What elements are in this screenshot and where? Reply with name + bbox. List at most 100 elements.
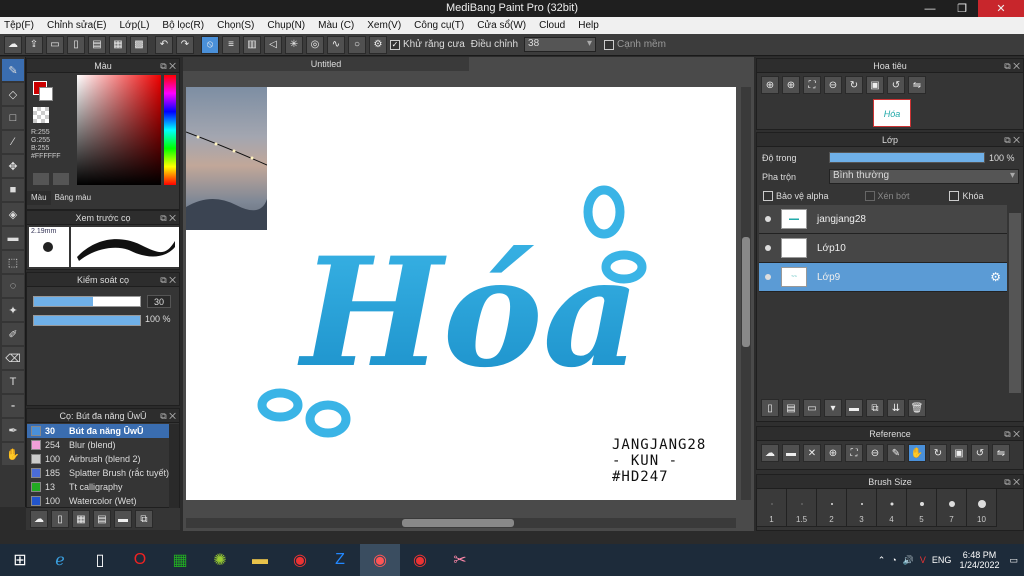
panel-close-icon[interactable]: ⧉ ✕ [160, 409, 176, 423]
brush-size-cell[interactable]: 4 [877, 489, 907, 527]
page-icon[interactable]: ▤ [88, 35, 106, 54]
eyedropper-icon[interactable]: ✒ [2, 419, 24, 441]
add-brush-icon[interactable]: ▦ [72, 510, 90, 528]
transparent-swatch[interactable] [33, 107, 49, 123]
layer-row[interactable]: ~~ Lớp9 ⚙ [759, 263, 1007, 292]
tab-color[interactable]: Màu [27, 191, 51, 205]
antialias-checkbox[interactable]: ✓ [390, 39, 400, 50]
soft-edge-checkbox[interactable] [604, 39, 615, 50]
windows-start-icon[interactable]: ⊞ [0, 544, 40, 576]
ref-close-icon[interactable]: ✕ [803, 444, 821, 462]
clock[interactable]: 6:48 PM 1/24/2022 [959, 550, 999, 570]
ref-reset-icon[interactable]: ↺ [971, 444, 989, 462]
hue-slider[interactable] [164, 75, 176, 185]
ref-hand-icon[interactable]: ✋ [908, 444, 926, 462]
medibang-icon[interactable]: ◉ [360, 544, 400, 576]
grid-icon[interactable]: ▦ [109, 35, 127, 54]
new-brush-icon[interactable]: ▯ [51, 510, 69, 528]
brush-size-cell[interactable]: 1 [757, 489, 787, 527]
menu-window[interactable]: Cửa sổ(W) [477, 20, 526, 31]
chrome-icon[interactable]: ◉ [280, 544, 320, 576]
select-pen-icon[interactable]: ✐ [2, 323, 24, 345]
select-tool-icon[interactable]: ⬚ [2, 251, 24, 273]
duplicate-brush-icon[interactable]: ⧉ [135, 510, 153, 528]
saturation-value-picker[interactable] [77, 75, 161, 185]
notification-icon[interactable]: ▭ [1009, 555, 1018, 566]
adjust-select[interactable]: 38 [524, 37, 597, 52]
snap-parallel-icon[interactable]: ≡ [222, 35, 240, 54]
menu-edit[interactable]: Chỉnh sửa(E) [47, 20, 107, 31]
ie-browser-icon[interactable]: ℯ [40, 544, 80, 576]
visibility-icon[interactable] [765, 274, 771, 280]
undo-icon[interactable]: ↶ [155, 35, 173, 54]
excel-icon[interactable]: ▦ [160, 544, 200, 576]
new-file-icon[interactable]: ▯ [67, 35, 85, 54]
zalo-icon[interactable]: Z [320, 544, 360, 576]
panel-close-icon[interactable]: ⧉ ✕ [160, 59, 176, 73]
canvas-vertical-scrollbar[interactable] [741, 87, 751, 500]
fill-rect-tool-icon[interactable]: ■ [2, 179, 24, 201]
settings-icon[interactable]: ⚙ [369, 35, 387, 54]
rotate-icon[interactable]: ↻ [845, 76, 863, 94]
redo-icon[interactable]: ↷ [176, 35, 194, 54]
merge-layer-icon[interactable]: ⇊ [887, 399, 905, 417]
cloud-brush-icon[interactable]: ☁ [30, 510, 48, 528]
zoom-in-icon[interactable]: ⊕ [761, 76, 779, 94]
brush-list-scrollbar[interactable] [169, 424, 179, 508]
minimize-icon[interactable]: — [914, 0, 946, 17]
brush-list-item[interactable]: 30 Bút đa năng ŪwŪ [27, 424, 169, 438]
menu-capture[interactable]: Chụp(N) [267, 20, 305, 31]
snap-curve-icon[interactable]: ∿ [327, 35, 345, 54]
brush-size-cell[interactable]: 5 [907, 489, 937, 527]
visibility-icon[interactable] [765, 245, 771, 251]
reset-rotate-icon[interactable]: ↺ [887, 76, 905, 94]
menu-tools[interactable]: Công cụ(T) [414, 20, 464, 31]
ref-zoom-in-icon[interactable]: ⊕ [824, 444, 842, 462]
volume-icon[interactable]: 🔊 [903, 555, 914, 566]
flip-icon[interactable]: ⇋ [908, 76, 926, 94]
panel-close-icon[interactable]: ⧉ ✕ [160, 273, 176, 287]
new-8bit-layer-icon[interactable]: ▭ [803, 399, 821, 417]
opera-icon[interactable]: O [120, 544, 160, 576]
fit-icon[interactable]: ⛶ [803, 76, 821, 94]
duplicate-layer-icon[interactable]: ⧉ [866, 399, 884, 417]
panel-icon[interactable]: ▩ [130, 35, 148, 54]
snap-circle-icon[interactable]: ○ [348, 35, 366, 54]
new-layer-icon[interactable]: ▯ [761, 399, 779, 417]
ref-zoom-out-icon[interactable]: ⊖ [866, 444, 884, 462]
lock-checkbox[interactable] [949, 191, 960, 201]
document-tab[interactable]: Untitled [183, 57, 469, 71]
lasso-tool-icon[interactable]: ◌ [2, 275, 24, 297]
brush-list-item[interactable]: 254 Blur (blend) [27, 438, 169, 452]
palette-icon[interactable] [33, 173, 49, 185]
brush-list-item[interactable]: 100 Airbrush (blend 2) [27, 452, 169, 466]
panel-close-icon[interactable]: ⧉ ✕ [1004, 427, 1020, 441]
network-icon[interactable]: ◔ [891, 555, 896, 565]
brush-size-value[interactable]: 30 [147, 295, 171, 308]
dropper-tool-icon[interactable]: ⁃ [2, 395, 24, 417]
zoom-out-icon[interactable]: ⊖ [824, 76, 842, 94]
new-halftone-layer-icon[interactable]: ▤ [782, 399, 800, 417]
layer-row[interactable]: ▬▬ jangjang28 [759, 205, 1007, 234]
file-icon[interactable]: ▯ [80, 544, 120, 576]
menu-file[interactable]: Tệp(F) [4, 20, 34, 31]
brush-tool-icon[interactable]: ✎ [2, 59, 24, 81]
blend-select[interactable]: Bình thường [829, 169, 1019, 184]
file-explorer-icon[interactable]: ▬ [240, 544, 280, 576]
brush-size-cell[interactable]: 2 [817, 489, 847, 527]
brush-list-item[interactable]: 185 Splatter Brush (rắc tuyết) [27, 466, 169, 480]
ref-cloud-icon[interactable]: ☁ [761, 444, 779, 462]
layer-settings-icon[interactable]: ⚙ [990, 270, 1001, 284]
text-tool-icon[interactable]: T [2, 371, 24, 393]
brush-size-cell[interactable]: 1.5 [787, 489, 817, 527]
app-spiral-icon[interactable]: ✺ [200, 544, 240, 576]
select-eraser-icon[interactable]: ⌫ [2, 347, 24, 369]
zoom-in-2-icon[interactable]: ⊕ [782, 76, 800, 94]
ref-actual-icon[interactable]: ▣ [950, 444, 968, 462]
menu-help[interactable]: Help [578, 20, 599, 31]
move-tool-icon[interactable]: ✥ [2, 155, 24, 177]
bucket-tool-icon[interactable]: ◈ [2, 203, 24, 225]
ref-folder-icon[interactable]: ▬ [782, 444, 800, 462]
menu-select[interactable]: Chọn(S) [217, 20, 254, 31]
snap-perspective-icon[interactable]: ◁ [264, 35, 282, 54]
